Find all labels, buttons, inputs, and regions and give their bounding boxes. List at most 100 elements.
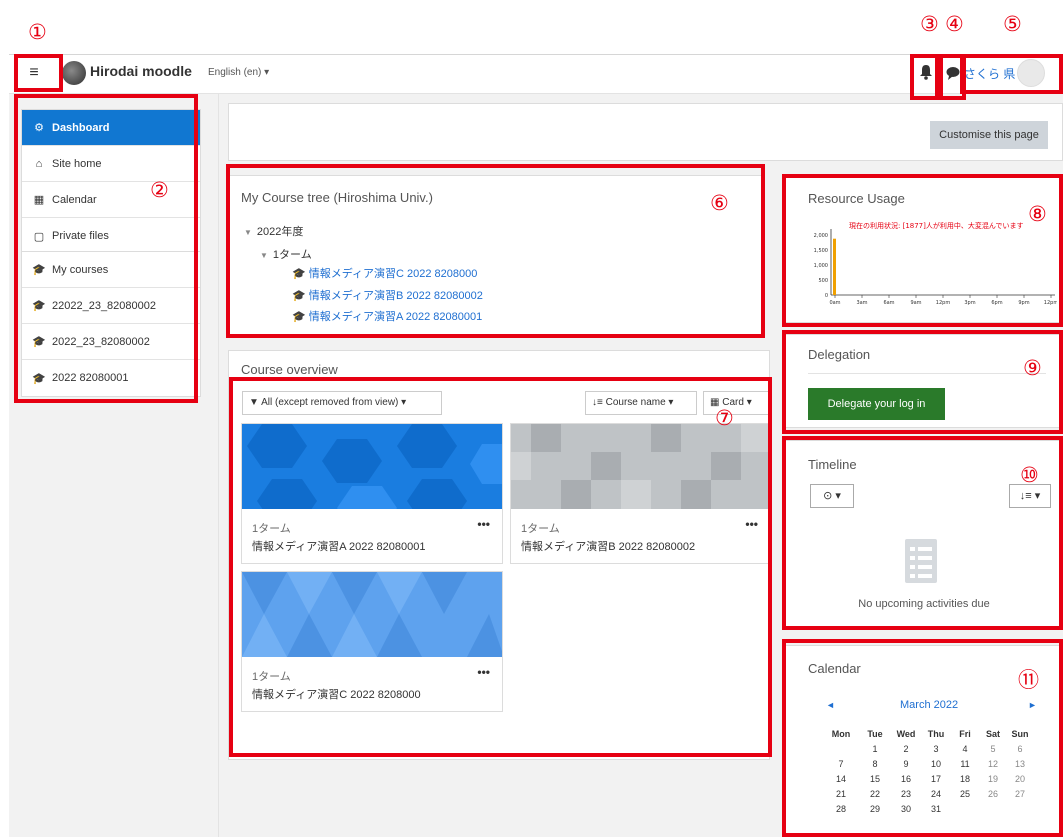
tree-course-link[interactable]: 🎓 情報メディア演習A 2022 82080001 xyxy=(292,308,482,324)
calendar-day[interactable]: 16 xyxy=(893,774,919,784)
calendar-day[interactable]: 7 xyxy=(828,759,854,769)
site-logo-icon[interactable] xyxy=(62,61,86,85)
calendar-icon: ▦ xyxy=(33,194,45,206)
annotation-number-10: ⑩ xyxy=(1020,463,1039,487)
language-selector[interactable]: English (en) ▾ xyxy=(208,67,269,78)
more-actions-icon[interactable]: ••• xyxy=(477,517,490,531)
y-tick-label: 0 xyxy=(825,293,828,299)
course-name[interactable]: 情報メディア演習A 2022 82080001 xyxy=(252,538,425,554)
grouping-filter-dropdown[interactable]: ▼ All (except removed from view) ▾ xyxy=(242,391,442,415)
calendar-day[interactable]: 13 xyxy=(1007,759,1033,769)
calendar-day[interactable]: 17 xyxy=(923,774,949,784)
calendar-day[interactable]: 19 xyxy=(980,774,1006,784)
timeline-empty-text: No upcoming activities due xyxy=(858,598,990,610)
calendar-day[interactable]: 24 xyxy=(923,789,949,799)
calendar-day[interactable]: 28 xyxy=(828,804,854,814)
course-name[interactable]: 情報メディア演習B 2022 82080002 xyxy=(521,538,695,554)
tree-course-link[interactable]: 🎓 情報メディア演習C 2022 8208000 xyxy=(292,265,477,281)
course-category: 1ターム xyxy=(252,523,291,535)
prev-month-button[interactable]: ◄ xyxy=(826,700,835,710)
tree-term-label: 1ターム xyxy=(272,249,312,261)
sidebar-item-site-home[interactable]: ⌂ Site home xyxy=(22,146,200,182)
calendar-weekday: Mon xyxy=(831,729,851,739)
caret-down-icon: ▼ xyxy=(260,251,268,260)
calendar-day[interactable]: 3 xyxy=(923,744,949,754)
calendar-day[interactable]: 27 xyxy=(1007,789,1033,799)
annotation-number-9: ⑨ xyxy=(1023,356,1042,380)
calendar-day[interactable]: 1 xyxy=(862,744,888,754)
course-image[interactable] xyxy=(242,424,502,509)
course-card[interactable]: 1ターム 情報メディア演習A 2022 82080001 ••• xyxy=(241,423,503,564)
calendar-day[interactable]: 5 xyxy=(980,744,1006,754)
calendar-weekday: Tue xyxy=(867,729,883,739)
calendar-day[interactable]: 18 xyxy=(952,774,978,784)
calendar-day[interactable]: 22 xyxy=(862,789,888,799)
message-icon[interactable] xyxy=(945,65,961,81)
graduation-cap-icon: 🎓 xyxy=(32,264,46,276)
delegate-login-button[interactable]: Delegate your log in xyxy=(808,388,945,420)
more-actions-icon[interactable]: ••• xyxy=(477,665,490,679)
menu-toggle-button[interactable]: ≡ xyxy=(18,60,50,86)
customise-page-button[interactable]: Customise this page xyxy=(930,121,1048,149)
sidebar-item-dashboard[interactable]: ⚙ Dashboard xyxy=(22,110,200,146)
calendar-day[interactable]: 25 xyxy=(952,789,978,799)
calendar-day[interactable]: 31 xyxy=(923,804,949,814)
calendar-day[interactable]: 8 xyxy=(862,759,888,769)
delegation-title: Delegation xyxy=(808,347,871,362)
x-tick-label: 3pm xyxy=(964,300,975,306)
sort-dropdown[interactable]: ↓≡ Course name ▾ xyxy=(585,391,697,415)
y-tick-label: 2,000 xyxy=(814,233,828,239)
course-image[interactable] xyxy=(511,424,770,509)
calendar-day[interactable]: 26 xyxy=(980,789,1006,799)
next-month-button[interactable]: ► xyxy=(1028,700,1037,710)
calendar-day[interactable]: 14 xyxy=(828,774,854,784)
graduation-cap-icon: 🎓 xyxy=(292,311,309,323)
annotation-number-4: ④ xyxy=(945,12,964,36)
course-image[interactable] xyxy=(242,572,502,657)
y-tick-label: 1,500 xyxy=(814,248,828,254)
calendar-day[interactable]: 29 xyxy=(862,804,888,814)
calendar-month-link[interactable]: March 2022 xyxy=(900,699,958,711)
bell-icon[interactable] xyxy=(918,63,934,81)
calendar-day[interactable]: 12 xyxy=(980,759,1006,769)
dashboard-icon: ⚙ xyxy=(34,122,44,134)
sidebar-item-private-files[interactable]: ▢ Private files xyxy=(22,218,200,254)
site-name[interactable]: Hirodai moodle xyxy=(90,63,192,79)
sidebar-item-course[interactable]: 🎓 2022_23_82080002 xyxy=(22,324,200,360)
annotation-number-7: ⑦ xyxy=(715,406,734,430)
sidebar-item-calendar[interactable]: ▦ Calendar xyxy=(22,182,200,218)
resource-usage-title: Resource Usage xyxy=(808,191,905,206)
calendar-day[interactable]: 10 xyxy=(923,759,949,769)
calendar-day[interactable]: 11 xyxy=(952,759,978,769)
course-name[interactable]: 情報メディア演習C 2022 8208000 xyxy=(252,686,421,702)
tree-course-link[interactable]: 🎓 情報メディア演習B 2022 82080002 xyxy=(292,287,483,303)
view-dropdown[interactable]: ▦ Card ▾ xyxy=(703,391,769,415)
empty-list-icon xyxy=(905,539,937,583)
tree-term-node[interactable]: ▼ 1ターム xyxy=(260,246,312,262)
sidebar-item-my-courses[interactable]: 🎓 My courses xyxy=(22,252,200,288)
calendar-day[interactable]: 21 xyxy=(828,789,854,799)
home-icon: ⌂ xyxy=(35,157,43,170)
calendar-day[interactable]: 30 xyxy=(893,804,919,814)
more-actions-icon[interactable]: ••• xyxy=(745,517,758,531)
sidebar-item-course[interactable]: 🎓 22022_23_82080002 xyxy=(22,288,200,324)
calendar-day[interactable]: 2 xyxy=(893,744,919,754)
sidebar-item-label: Private files xyxy=(52,230,109,242)
timeline-filter-dropdown[interactable]: ⊙ ▾ xyxy=(810,484,854,508)
nav-list-courses: 🎓 My courses 🎓 22022_23_82080002 🎓 2022_23_… xyxy=(21,251,201,397)
calendar-day[interactable]: 9 xyxy=(893,759,919,769)
calendar-day[interactable]: 20 xyxy=(1007,774,1033,784)
user-name[interactable]: さくら 県 xyxy=(964,65,1015,82)
sidebar-item-course[interactable]: 🎓 2022 82080001 xyxy=(22,360,200,396)
calendar-day[interactable]: 23 xyxy=(893,789,919,799)
calendar-day[interactable]: 6 xyxy=(1007,744,1033,754)
tree-year-label: 2022年度 xyxy=(256,226,304,238)
calendar-day[interactable]: 4 xyxy=(952,744,978,754)
tree-year-node[interactable]: ▼ 2022年度 xyxy=(244,223,303,239)
timeline-sort-dropdown[interactable]: ↓≡ ▾ xyxy=(1009,484,1051,508)
graduation-cap-icon: 🎓 xyxy=(32,300,46,312)
course-card[interactable]: 1ターム 情報メディア演習C 2022 8208000 ••• xyxy=(241,571,503,712)
course-card[interactable]: 1ターム 情報メディア演習B 2022 82080002 ••• xyxy=(510,423,771,564)
avatar[interactable] xyxy=(1017,59,1045,87)
calendar-day[interactable]: 15 xyxy=(862,774,888,784)
